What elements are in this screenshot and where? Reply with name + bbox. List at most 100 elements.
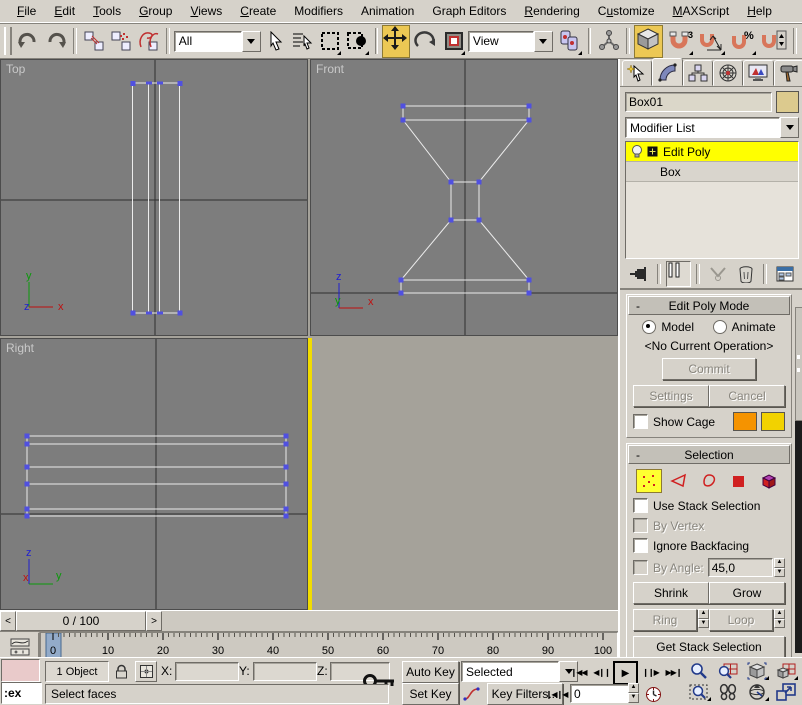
zoom-button[interactable]: [684, 660, 713, 682]
viewport-splitter-h[interactable]: [310, 336, 618, 338]
zoom-extents-all-button[interactable]: [771, 660, 800, 682]
edge-subobject-button[interactable]: [666, 469, 692, 493]
undo-button[interactable]: [15, 26, 41, 57]
command-panel-scrollbar[interactable]: [795, 307, 802, 653]
frame-spinner[interactable]: ▲▼: [628, 683, 639, 703]
make-unique-button[interactable]: [705, 261, 731, 287]
model-radio[interactable]: Model: [642, 320, 694, 334]
y-coord-field[interactable]: [253, 662, 317, 681]
crossing-selection-button[interactable]: [344, 26, 370, 57]
border-subobject-button[interactable]: [696, 469, 722, 493]
select-and-manipulate-button[interactable]: [595, 26, 621, 57]
ring-button[interactable]: Ring: [633, 609, 697, 631]
commit-button[interactable]: Commit: [662, 358, 756, 380]
by-angle-checkbox[interactable]: [633, 560, 648, 575]
track-bar-ruler[interactable]: 0102030405060708090100: [40, 632, 618, 659]
select-and-link-button[interactable]: [81, 26, 107, 57]
menu-rendering[interactable]: Rendering: [515, 2, 588, 20]
tab-create[interactable]: [622, 60, 652, 86]
element-subobject-button[interactable]: [756, 469, 782, 493]
rollout-selection-header[interactable]: - Selection: [628, 445, 790, 464]
zoom-extents-button[interactable]: [742, 660, 771, 682]
select-and-rotate-button[interactable]: [411, 26, 439, 57]
go-to-start-button[interactable]: ❙◀◀: [567, 662, 590, 683]
percent-snap-button[interactable]: %: [728, 26, 759, 57]
maxscript-mini-listener[interactable]: :ex: [1, 682, 42, 704]
time-slider-next-button[interactable]: >: [146, 611, 162, 631]
x-coord-field[interactable]: [175, 662, 239, 681]
by-vertex-checkbox[interactable]: By Vertex: [633, 518, 785, 533]
snaps-toggle-button[interactable]: [634, 25, 664, 58]
cage-selected-color-swatch[interactable]: [761, 412, 785, 431]
redo-button[interactable]: [43, 26, 69, 57]
reference-coordsys-dropdown-button[interactable]: [534, 31, 553, 52]
menu-tools[interactable]: Tools: [84, 2, 130, 20]
previous-frame-button[interactable]: ◀❙❙: [590, 662, 613, 683]
stack-row-edit-poly[interactable]: Edit Poly: [626, 142, 798, 161]
animate-radio[interactable]: Animate: [713, 320, 776, 334]
cancel-button[interactable]: Cancel: [709, 385, 785, 407]
object-name-field[interactable]: Box01: [625, 92, 772, 112]
time-slider-handle[interactable]: 0 / 100: [16, 611, 146, 631]
modifier-list-combo[interactable]: Modifier List: [625, 117, 799, 138]
grow-button[interactable]: Grow: [709, 582, 785, 604]
pin-stack-button[interactable]: [626, 261, 652, 287]
expand-plus-icon[interactable]: [647, 146, 658, 157]
tab-utilities[interactable]: [774, 60, 802, 86]
time-slider-prev-button[interactable]: <: [0, 611, 16, 631]
show-cage-checkbox[interactable]: Show Cage: [633, 414, 733, 429]
by-angle-field[interactable]: 45,0: [708, 558, 773, 577]
menu-customize[interactable]: Customize: [589, 2, 664, 20]
stack-row-box[interactable]: Box: [626, 161, 798, 182]
auto-key-button[interactable]: Auto Key: [402, 661, 459, 683]
get-stack-selection-button[interactable]: Get Stack Selection: [633, 636, 785, 657]
use-pivot-center-button[interactable]: [554, 26, 584, 57]
menu-file[interactable]: File: [8, 2, 45, 20]
tab-modify[interactable]: [652, 58, 682, 86]
current-frame-field[interactable]: 0: [570, 684, 632, 703]
menu-edit[interactable]: Edit: [45, 2, 84, 20]
tab-hierarchy[interactable]: [683, 60, 713, 86]
settings-button[interactable]: Settings: [633, 385, 709, 407]
absolute-offset-toggle[interactable]: [135, 661, 157, 682]
spinner-up-icon[interactable]: ▲: [774, 558, 785, 568]
reference-coordsys-combo[interactable]: View: [468, 31, 553, 52]
tab-motion[interactable]: [713, 60, 743, 86]
menu-modifiers[interactable]: Modifiers: [285, 2, 352, 20]
spinner-down-icon[interactable]: ▼: [774, 568, 785, 578]
selection-filter-dropdown-button[interactable]: [242, 31, 261, 52]
show-end-result-button[interactable]: [666, 261, 692, 287]
modifier-list-dropdown-button[interactable]: [780, 117, 799, 138]
maximize-viewport-toggle-button[interactable]: [771, 681, 800, 703]
select-and-move-button[interactable]: [382, 25, 410, 58]
snap-3d-button[interactable]: 3: [664, 26, 695, 57]
object-color-swatch[interactable]: [776, 91, 799, 113]
menu-maxscript[interactable]: MAXScript: [664, 2, 739, 20]
polygon-subobject-button[interactable]: [726, 469, 752, 493]
key-mode-toggle-button[interactable]: ❙◀❙◀: [545, 684, 568, 705]
menu-group[interactable]: Group: [130, 2, 181, 20]
select-by-name-button[interactable]: [289, 26, 315, 57]
selection-set-combo[interactable]: Selected: [461, 661, 578, 682]
loop-button[interactable]: Loop: [709, 609, 773, 631]
zoom-all-button[interactable]: [713, 660, 742, 682]
configure-modifier-sets-button[interactable]: [772, 261, 798, 287]
pan-view-button[interactable]: [713, 681, 742, 703]
use-stack-selection-checkbox[interactable]: Use Stack Selection: [633, 498, 785, 513]
viewport-perspective[interactable]: Perspective: [308, 338, 312, 610]
menu-animation[interactable]: Animation: [352, 2, 423, 20]
rectangular-selection-region-button[interactable]: [317, 26, 343, 57]
select-object-button[interactable]: [262, 26, 288, 57]
bind-to-spacewarp-button[interactable]: [136, 26, 162, 57]
arc-rotate-button[interactable]: [742, 681, 771, 703]
vertex-subobject-button[interactable]: [636, 469, 662, 493]
time-configuration-button[interactable]: [641, 683, 665, 705]
selection-lock-toggle[interactable]: [111, 661, 131, 682]
new-key-default-tangent-button[interactable]: [459, 683, 485, 705]
menu-create[interactable]: Create: [231, 2, 285, 20]
selection-filter-combo[interactable]: All: [174, 31, 261, 52]
select-and-scale-button[interactable]: [440, 26, 466, 57]
menu-help[interactable]: Help: [738, 2, 781, 20]
rollout-edit-poly-mode-header[interactable]: - Edit Poly Mode: [628, 296, 790, 315]
by-angle-spinner[interactable]: ▲▼: [774, 558, 785, 577]
